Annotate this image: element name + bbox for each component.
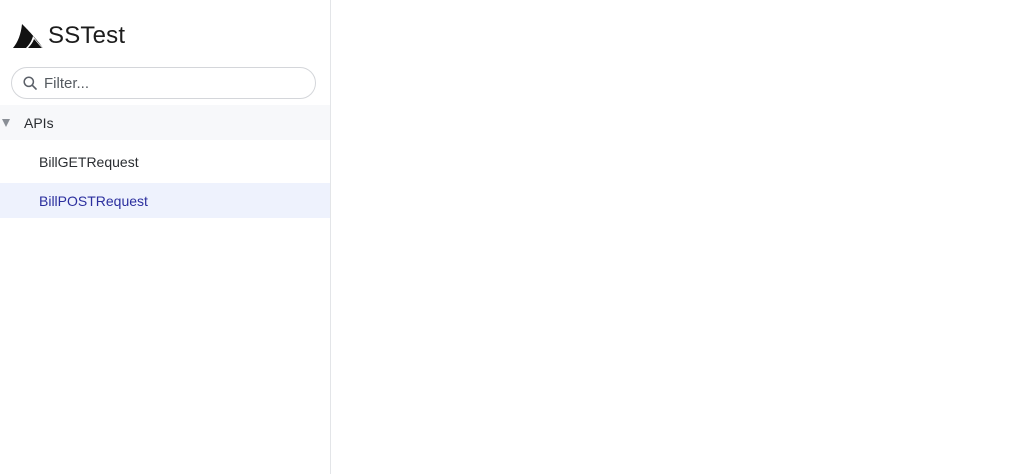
tree-item-billgetrequest[interactable]: BillGETRequest [0, 144, 330, 179]
tree-item-label: BillGETRequest [39, 153, 139, 170]
shark-fin-logo-icon [13, 24, 43, 48]
app-title: SSTest [48, 22, 126, 49]
caret-down-icon[interactable] [2, 118, 10, 127]
content-area [331, 0, 1024, 474]
brand: SSTest [0, 18, 330, 54]
api-tree: APIs BillGETRequest BillPOSTRequest [0, 105, 330, 218]
filter-input[interactable] [44, 74, 284, 92]
tree-item-billpostrequest[interactable]: BillPOSTRequest [0, 183, 330, 218]
tree-group-apis[interactable]: APIs [0, 105, 330, 140]
search-icon [23, 76, 37, 90]
tree-group-label: APIs [24, 114, 54, 131]
sidebar: SSTest APIs BillGETRequest BillPOSTReque… [0, 0, 331, 474]
app-window: SSTest APIs BillGETRequest BillPOSTReque… [0, 0, 1024, 474]
search-box[interactable] [11, 67, 316, 99]
tree-item-label: BillPOSTRequest [39, 192, 148, 209]
